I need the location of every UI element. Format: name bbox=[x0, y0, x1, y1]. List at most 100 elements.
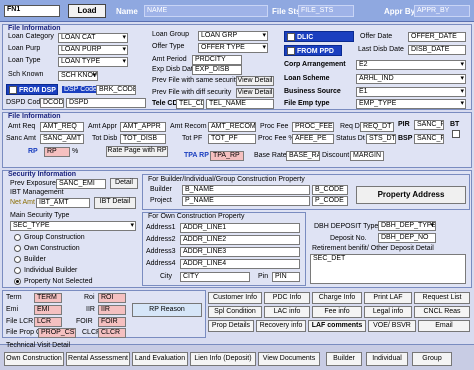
exposure-detail-button[interactable]: Detail bbox=[110, 178, 138, 189]
property-address-button[interactable]: Property Address bbox=[356, 186, 466, 204]
from-dsp-check-icon[interactable] bbox=[9, 86, 17, 94]
amt-appr-input[interactable]: AMT_APPR bbox=[120, 122, 166, 132]
project-input[interactable]: P_NAME bbox=[182, 196, 310, 206]
prop-details-button[interactable]: Prop Details bbox=[208, 320, 254, 332]
emi-input[interactable]: EMI bbox=[34, 305, 62, 315]
offer-type-select[interactable]: OFFER TYPE bbox=[198, 43, 268, 53]
tel-name-input[interactable]: TEL_NAME bbox=[206, 99, 274, 109]
iir-input[interactable]: IIR bbox=[98, 305, 126, 315]
city-input[interactable]: CITY bbox=[180, 272, 250, 282]
file-sts-field[interactable]: FILE_STS bbox=[298, 5, 354, 17]
radio-own-construction[interactable] bbox=[14, 245, 21, 252]
cncl-reas-button[interactable]: CNCL Reas bbox=[414, 306, 470, 318]
status-dt-input[interactable]: STS_DT bbox=[366, 134, 396, 144]
print-laf-button[interactable]: Print LAF bbox=[364, 292, 412, 304]
tab-land-evaluation[interactable]: Land Evaluation bbox=[132, 352, 188, 366]
builder-input[interactable]: B_NAME bbox=[182, 185, 310, 195]
p-code-input[interactable]: P_CODE bbox=[312, 196, 348, 206]
loan-category-select[interactable]: LOAN CAT bbox=[58, 33, 128, 43]
foir-input[interactable]: FOIR bbox=[98, 317, 126, 327]
radio-individual-builder[interactable] bbox=[14, 267, 21, 274]
tot-pf-input[interactable]: TOT_PF bbox=[208, 134, 256, 144]
prop-cost-input[interactable]: PROP_CST bbox=[38, 328, 76, 338]
legal-info-button[interactable]: Legal info bbox=[364, 306, 412, 318]
radio-property-not-selected[interactable] bbox=[14, 278, 21, 285]
customer-info-button[interactable]: Customer Info bbox=[208, 292, 262, 304]
tab-view-documents[interactable]: View Documents bbox=[258, 352, 320, 366]
amt-recom-input[interactable]: AMT_RECOM bbox=[208, 122, 256, 132]
last-disb-input[interactable]: DISB_DATE bbox=[408, 45, 466, 55]
view-detail-diff-button[interactable]: View Detail bbox=[236, 88, 274, 98]
charge-info-button[interactable]: Charge Info bbox=[312, 292, 362, 304]
tab-own-construction[interactable]: Own Construction bbox=[4, 352, 64, 366]
net-amt-input[interactable]: IBT_AMT bbox=[36, 198, 90, 208]
pin-input[interactable]: PIN bbox=[272, 272, 300, 282]
loan-group-select[interactable]: LOAN GRP bbox=[198, 31, 268, 41]
proc-fee-pct-input[interactable]: AFEE_PE bbox=[292, 134, 334, 144]
bsp-input[interactable]: SANC_F bbox=[414, 134, 444, 144]
voe-bsvr-button[interactable]: VOE/ BSVR bbox=[368, 320, 416, 332]
rp-reason-button[interactable]: RP Reason bbox=[132, 303, 202, 317]
dspd-code-input[interactable]: DCODE bbox=[40, 98, 64, 108]
address2-input[interactable]: ADDR_LINE2 bbox=[180, 235, 300, 245]
fn-input[interactable]: FN1 bbox=[4, 5, 60, 17]
tab-builder[interactable]: Builder bbox=[326, 352, 362, 366]
loan-type-select[interactable]: LOAN TYPE bbox=[58, 57, 128, 67]
address3-input[interactable]: ADDR_LINE3 bbox=[180, 247, 300, 257]
exp-disb-input[interactable]: EXP_DISB bbox=[192, 65, 242, 75]
roi-input[interactable]: ROI bbox=[98, 293, 126, 303]
tot-disb-input[interactable]: TOT_DISB bbox=[120, 134, 166, 144]
from-ppd-check-icon[interactable] bbox=[287, 47, 295, 55]
from-ppd-checkbox[interactable]: FROM PPD bbox=[284, 45, 342, 56]
recovery-info-button[interactable]: Recovery info bbox=[256, 320, 306, 332]
offer-date-input[interactable]: OFFER_DATE bbox=[408, 32, 466, 42]
radio-group-construction[interactable] bbox=[14, 234, 21, 241]
discount-input[interactable]: MARGIN bbox=[350, 151, 384, 161]
pir-input[interactable]: SANC_PI bbox=[414, 120, 444, 130]
deposit-no-input[interactable]: DBH_DEP_NO bbox=[378, 233, 436, 243]
proc-fee-input[interactable]: PROC_FEE bbox=[292, 122, 334, 132]
tele-cd-input[interactable]: TEL_CD bbox=[176, 99, 204, 109]
email-button[interactable]: Email bbox=[418, 320, 470, 332]
name-field[interactable]: NAME bbox=[144, 5, 268, 17]
main-security-select[interactable]: SEC_TYPE bbox=[10, 221, 136, 231]
tab-individual[interactable]: Individual bbox=[366, 352, 408, 366]
dspd-name-input[interactable]: DSPD bbox=[66, 98, 146, 108]
radio-builder[interactable] bbox=[14, 256, 21, 263]
pdc-info-button[interactable]: PDC Info bbox=[264, 292, 310, 304]
ibt-detail-button[interactable]: IBT Detail bbox=[94, 197, 136, 209]
address1-input[interactable]: ADDR_LINE1 bbox=[180, 223, 300, 233]
req-dt-input[interactable]: REQ_DT bbox=[360, 122, 394, 132]
sch-known-select[interactable]: SCH KNOW bbox=[58, 71, 98, 81]
tab-group[interactable]: Group bbox=[412, 352, 452, 366]
rate-page-button[interactable]: Rate Page with RP bbox=[106, 146, 168, 157]
loan-purp-select[interactable]: LOAN PURP bbox=[58, 45, 128, 55]
loan-scheme-select[interactable]: ARHL_IND bbox=[356, 74, 466, 84]
appr-by-field[interactable]: APPR_BY bbox=[414, 5, 470, 17]
load-button[interactable]: Load bbox=[68, 4, 106, 18]
request-list-button[interactable]: Request List bbox=[414, 292, 470, 304]
address4-input[interactable]: ADDR_LINE4 bbox=[180, 259, 300, 269]
tab-rental-assessment[interactable]: Rental Assessment bbox=[66, 352, 130, 366]
tpa-rp-input[interactable]: TPA_RP bbox=[210, 151, 244, 161]
from-dsp-checkbox[interactable]: FROM DSP bbox=[6, 84, 58, 95]
file-emp-select[interactable]: EMP_TYPE bbox=[356, 99, 466, 109]
dbh-deposit-select[interactable]: DBH_DEP_TYPE bbox=[378, 221, 436, 231]
lac-info-button[interactable]: LAC info bbox=[264, 306, 310, 318]
amt-period-input[interactable]: PRDCITY bbox=[192, 55, 242, 65]
view-detail-same-button[interactable]: View Detail bbox=[236, 76, 274, 86]
sec-det-textarea[interactable]: SEC_DET bbox=[310, 254, 466, 284]
laf-comments-button[interactable]: LAF comments bbox=[308, 320, 366, 332]
dlic-coverage-checkbox[interactable]: DLIC COVERAGE bbox=[284, 31, 354, 52]
business-src-select[interactable]: E1 bbox=[356, 87, 466, 97]
tab-lien-info[interactable]: Lien Info (Deposit) bbox=[190, 352, 256, 366]
dlic-check-icon[interactable] bbox=[287, 33, 295, 41]
bt-checkbox[interactable] bbox=[452, 130, 460, 138]
fee-info-button[interactable]: Fee info bbox=[312, 306, 362, 318]
amt-req-input[interactable]: AMT_REQ bbox=[40, 122, 84, 132]
base-rate-input[interactable]: BASE_RA bbox=[286, 151, 320, 161]
dsp-code-input[interactable]: BRK_CODE bbox=[96, 85, 136, 95]
file-lcr-input[interactable]: LCR bbox=[34, 317, 62, 327]
prev-exposure-input[interactable]: SANC_EMI bbox=[56, 179, 106, 189]
term-input[interactable]: TERM bbox=[34, 293, 62, 303]
